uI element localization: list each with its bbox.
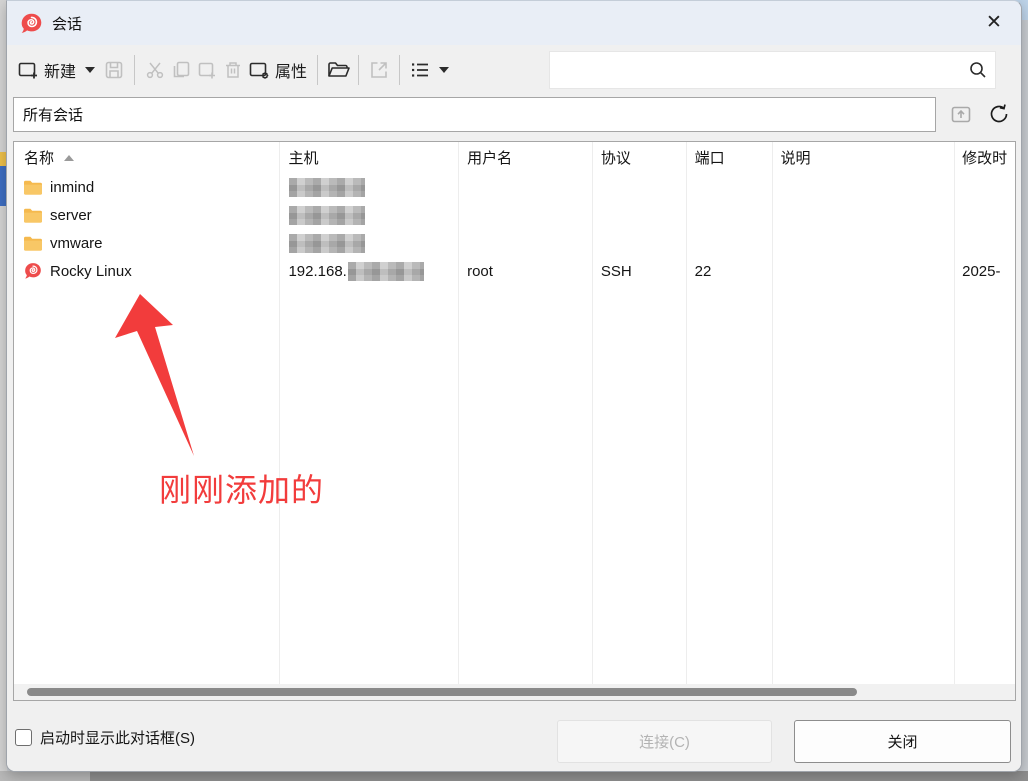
toolbar-separator <box>134 55 135 85</box>
table-row[interactable]: inmind <box>14 173 1015 201</box>
session-name: server <box>50 207 92 224</box>
session-path-input[interactable] <box>13 97 936 132</box>
search-input[interactable] <box>550 52 961 88</box>
properties-button[interactable]: 属性 <box>246 52 310 88</box>
search-box <box>549 51 996 89</box>
table-row[interactable]: Rocky Linux 192.168. root SSH 22 2025- <box>14 257 1015 285</box>
connect-button[interactable]: 连接(C) <box>557 720 772 763</box>
view-mode-dropdown[interactable] <box>433 52 455 88</box>
session-name: Rocky Linux <box>50 263 132 280</box>
properties-icon <box>246 57 272 83</box>
session-protocol: SSH <box>591 263 685 280</box>
session-host: 192.168. <box>288 263 346 280</box>
row-folder-icon <box>22 205 44 225</box>
toolbar: 新建 <box>7 45 1021 95</box>
table-row[interactable]: vmware <box>14 229 1015 257</box>
column-header-port[interactable]: 端口 <box>685 147 771 168</box>
sort-ascending-icon <box>64 155 74 161</box>
window-title: 会话 <box>52 13 82 34</box>
horizontal-scrollbar[interactable] <box>14 684 1015 700</box>
column-header-host[interactable]: 主机 <box>278 147 457 168</box>
properties-label: 属性 <box>272 58 310 82</box>
footer: 启动时显示此对话框(S) 连接(C) 关闭 <box>7 701 1021 772</box>
column-header-user[interactable]: 用户名 <box>457 147 591 168</box>
scrollbar-thumb[interactable] <box>27 688 857 696</box>
column-header-modified[interactable]: 修改时 <box>952 147 1015 168</box>
delete-button[interactable] <box>220 52 246 88</box>
window-close-icon[interactable]: ✕ <box>975 5 1013 39</box>
chevron-down-icon <box>439 67 449 73</box>
open-external-button[interactable] <box>366 52 392 88</box>
new-session-dropdown[interactable] <box>79 52 101 88</box>
toolbar-separator <box>317 55 318 85</box>
toolbar-separator <box>399 55 400 85</box>
session-modified: 2025- <box>952 263 1015 280</box>
session-name: vmware <box>50 235 103 252</box>
blurred-host-mask <box>348 262 424 281</box>
close-button[interactable]: 关闭 <box>794 720 1011 763</box>
search-icon[interactable] <box>961 59 995 81</box>
trash-icon <box>220 57 246 83</box>
toolbar-separator <box>358 55 359 85</box>
checkbox-icon <box>15 729 32 746</box>
refresh-button[interactable] <box>983 98 1015 130</box>
open-external-icon <box>366 57 392 83</box>
paste-icon <box>194 57 220 83</box>
session-port: 22 <box>685 263 771 280</box>
path-bar <box>7 95 1021 135</box>
copy-icon <box>168 57 194 83</box>
column-header-protocol[interactable]: 协议 <box>591 147 685 168</box>
folder-up-button[interactable] <box>945 98 977 130</box>
blurred-host-mask <box>289 206 365 225</box>
desktop-fragment <box>0 771 1028 781</box>
new-session-icon <box>15 57 41 83</box>
list-view-icon <box>407 57 433 83</box>
row-session-icon <box>22 261 44 281</box>
row-folder-icon <box>22 177 44 197</box>
paste-button[interactable] <box>194 52 220 88</box>
column-header-description[interactable]: 说明 <box>770 147 952 168</box>
cut-button[interactable] <box>142 52 168 88</box>
session-user: root <box>457 263 591 280</box>
column-header-name[interactable]: 名称 <box>14 147 278 168</box>
chevron-down-icon <box>85 67 95 73</box>
xshell-logo-icon <box>19 11 44 36</box>
table-body: inmind server <box>14 173 1015 285</box>
copy-button[interactable] <box>168 52 194 88</box>
new-session-button[interactable]: 新建 <box>15 52 79 88</box>
new-session-label: 新建 <box>41 58 79 82</box>
blurred-host-mask <box>289 178 365 197</box>
blurred-host-mask <box>289 234 365 253</box>
view-mode-button[interactable] <box>407 52 433 88</box>
row-folder-icon <box>22 233 44 253</box>
folder-open-icon <box>325 57 351 83</box>
table-header-row: 名称主机用户名协议端口说明修改时 <box>14 142 1015 173</box>
show-on-startup-checkbox[interactable]: 启动时显示此对话框(S) <box>15 727 195 748</box>
scissors-icon <box>142 57 168 83</box>
save-button[interactable] <box>101 52 127 88</box>
new-folder-button[interactable] <box>325 52 351 88</box>
session-table: 名称主机用户名协议端口说明修改时 inmind <box>13 141 1016 701</box>
title-bar: 会话 ✕ <box>7 1 1021 45</box>
session-name: inmind <box>50 179 94 196</box>
table-row[interactable]: server <box>14 201 1015 229</box>
save-icon <box>101 57 127 83</box>
sessions-dialog: 会话 ✕ 新建 <box>6 0 1022 772</box>
show-on-startup-label: 启动时显示此对话框(S) <box>40 727 195 748</box>
